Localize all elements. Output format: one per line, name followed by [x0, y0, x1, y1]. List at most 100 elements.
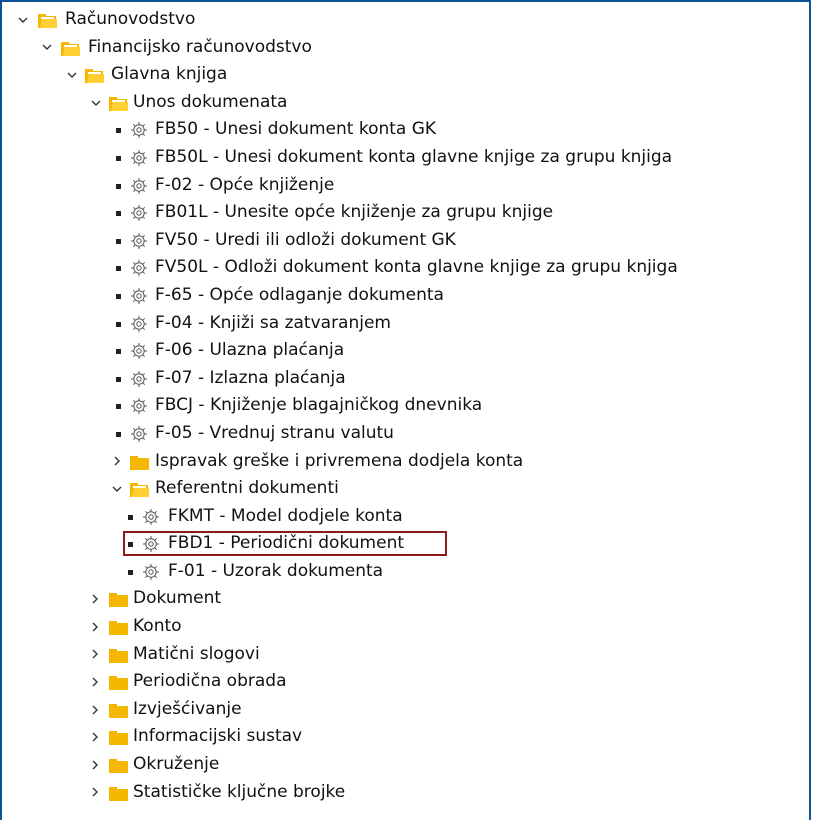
tree-node-financijsko-racunovodstvo[interactable]: Financijsko računovodstvo — [2, 34, 813, 62]
chevron-down-icon[interactable] — [89, 89, 103, 117]
tree-node-unos-dokumenata[interactable]: Unos dokumenata — [2, 89, 813, 117]
transaction-label[interactable]: FBD1 - Periodični dokument — [168, 530, 404, 558]
transaction-label[interactable]: F-01 - Uzorak dokumenta — [168, 558, 383, 586]
chevron-right-icon[interactable] — [88, 779, 102, 807]
transaction-label[interactable]: F-05 - Vrednuj stranu valutu — [155, 420, 394, 448]
tree-node-konto[interactable]: Konto — [2, 613, 813, 641]
chevron-right-icon[interactable] — [110, 448, 124, 476]
transaction-item[interactable]: F-07 - Izlazna plaćanja — [2, 365, 813, 393]
transaction-item[interactable]: FV50L - Odloži dokument konta glavne knj… — [2, 254, 813, 282]
gear-icon — [130, 149, 148, 167]
tree-node-periodicna-obrada[interactable]: Periodična obrada — [2, 668, 813, 696]
transaction-label[interactable]: F-06 - Ulazna plaćanja — [155, 337, 344, 365]
folder-open-icon — [38, 14, 57, 28]
chevron-right-icon[interactable] — [88, 696, 102, 724]
tree-node-maticni-slogovi[interactable]: Matični slogovi — [2, 641, 813, 669]
transaction-label[interactable]: FV50L - Odloži dokument konta glavne knj… — [155, 254, 678, 282]
transaction-item[interactable]: FB50L - Unesi dokument konta glavne knji… — [2, 144, 813, 172]
transaction-item[interactable]: FKMT - Model dodjele konta — [2, 503, 813, 531]
transaction-label[interactable]: F-02 - Opće knjiženje — [155, 172, 334, 200]
chevron-down-icon[interactable] — [40, 34, 54, 62]
folder-open-icon — [85, 69, 104, 83]
gear-icon — [130, 204, 148, 222]
gear-icon — [130, 315, 148, 333]
transaction-item[interactable]: F-02 - Opće knjiženje — [2, 172, 813, 200]
chevron-down-icon[interactable] — [16, 6, 30, 34]
folder-closed-icon — [130, 456, 149, 470]
transaction-label[interactable]: FB50 - Unesi dokument konta GK — [155, 116, 436, 144]
tree-node-label[interactable]: Dokument — [133, 585, 221, 613]
tree-node-label[interactable]: Izvješćivanje — [133, 696, 242, 724]
tree-node-label[interactable]: Glavna knjiga — [111, 61, 227, 89]
bullet-icon — [116, 128, 121, 134]
bullet-icon — [116, 183, 121, 189]
chevron-right-icon[interactable] — [88, 723, 102, 751]
transaction-item-highlighted[interactable]: FBD1 - Periodični dokument — [2, 530, 813, 558]
transaction-label[interactable]: F-65 - Opće odlaganje dokumenta — [155, 282, 444, 310]
transaction-item[interactable]: F-05 - Vrednuj stranu valutu — [2, 420, 813, 448]
folder-closed-icon — [109, 649, 128, 663]
gear-icon — [142, 508, 160, 526]
bullet-icon — [116, 155, 121, 161]
chevron-down-icon[interactable] — [110, 475, 124, 503]
tree-node-label[interactable]: Unos dokumenata — [133, 89, 287, 117]
gear-icon — [130, 342, 148, 360]
gear-icon — [130, 287, 148, 305]
tree-node-statisticke-kljucne-brojke[interactable]: Statističke ključne brojke — [2, 779, 813, 807]
transaction-label[interactable]: F-04 - Knjiži sa zatvaranjem — [155, 310, 391, 338]
gear-icon — [130, 121, 148, 139]
chevron-right-icon[interactable] — [88, 751, 102, 779]
folder-closed-icon — [109, 704, 128, 718]
folder-closed-icon — [109, 787, 128, 801]
bullet-icon — [128, 542, 133, 548]
tree-node-racunovodstvo[interactable]: Računovodstvo — [2, 6, 813, 34]
tree-node-label[interactable]: Financijsko računovodstvo — [88, 34, 312, 62]
chevron-right-icon[interactable] — [88, 641, 102, 669]
folder-closed-icon — [109, 676, 128, 690]
transaction-label[interactable]: F-07 - Izlazna plaćanja — [155, 365, 346, 393]
transaction-item[interactable]: F-65 - Opće odlaganje dokumenta — [2, 282, 813, 310]
tree-node-label[interactable]: Konto — [133, 613, 182, 641]
transaction-label[interactable]: FB50L - Unesi dokument konta glavne knji… — [155, 144, 672, 172]
tree-node-label[interactable]: Matični slogovi — [133, 641, 260, 669]
transaction-label[interactable]: FV50 - Uredi ili odloži dokument GK — [155, 227, 456, 255]
transaction-item[interactable]: FBCJ - Knjiženje blagajničkog dnevnika — [2, 392, 813, 420]
transaction-item[interactable]: FV50 - Uredi ili odloži dokument GK — [2, 227, 813, 255]
bullet-icon — [116, 238, 121, 244]
transaction-item[interactable]: F-06 - Ulazna plaćanja — [2, 337, 813, 365]
tree-node-label[interactable]: Referentni dokumenti — [155, 475, 339, 503]
folder-closed-icon — [109, 759, 128, 773]
tree-node-informacijski-sustav[interactable]: Informacijski sustav — [2, 723, 813, 751]
tree-node-label[interactable]: Računovodstvo — [65, 6, 195, 34]
tree-node-label[interactable]: Informacijski sustav — [133, 723, 302, 751]
transaction-item[interactable]: FB50 - Unesi dokument konta GK — [2, 116, 813, 144]
tree-node-label[interactable]: Periodična obrada — [133, 668, 286, 696]
chevron-right-icon[interactable] — [88, 668, 102, 696]
chevron-right-icon[interactable] — [88, 613, 102, 641]
bullet-icon — [116, 321, 121, 327]
gear-icon — [142, 563, 160, 581]
transaction-item[interactable]: F-01 - Uzorak dokumenta — [2, 558, 813, 586]
tree-node-okruzenje[interactable]: Okruženje — [2, 751, 813, 779]
transaction-label[interactable]: FKMT - Model dodjele konta — [168, 503, 403, 531]
gear-icon — [130, 425, 148, 443]
tree-node-label[interactable]: Statističke ključne brojke — [133, 779, 345, 807]
folder-open-icon — [61, 42, 80, 56]
transaction-label[interactable]: FB01L - Unesite opće knjiženje za grupu … — [155, 199, 553, 227]
chevron-right-icon[interactable] — [88, 585, 102, 613]
transaction-item[interactable]: F-04 - Knjiži sa zatvaranjem — [2, 310, 813, 338]
menu-tree: Računovodstvo Financijsko računovodstvo … — [2, 6, 813, 806]
tree-node-label[interactable]: Okruženje — [133, 751, 219, 779]
tree-node-ispravak-greske[interactable]: Ispravak greške i privremena dodjela kon… — [2, 448, 813, 476]
tree-node-izvjescivanje[interactable]: Izvješćivanje — [2, 696, 813, 724]
transaction-label[interactable]: FBCJ - Knjiženje blagajničkog dnevnika — [155, 392, 482, 420]
tree-node-glavna-knjiga[interactable]: Glavna knjiga — [2, 61, 813, 89]
tree-node-referentni-dokumenti[interactable]: Referentni dokumenti — [2, 475, 813, 503]
tree-node-label[interactable]: Ispravak greške i privremena dodjela kon… — [155, 448, 523, 476]
gear-icon — [130, 177, 148, 195]
chevron-down-icon[interactable] — [65, 61, 79, 89]
transaction-item[interactable]: FB01L - Unesite opće knjiženje za grupu … — [2, 199, 813, 227]
folder-open-icon — [130, 483, 149, 497]
tree-node-dokument[interactable]: Dokument — [2, 585, 813, 613]
gear-icon — [130, 259, 148, 277]
